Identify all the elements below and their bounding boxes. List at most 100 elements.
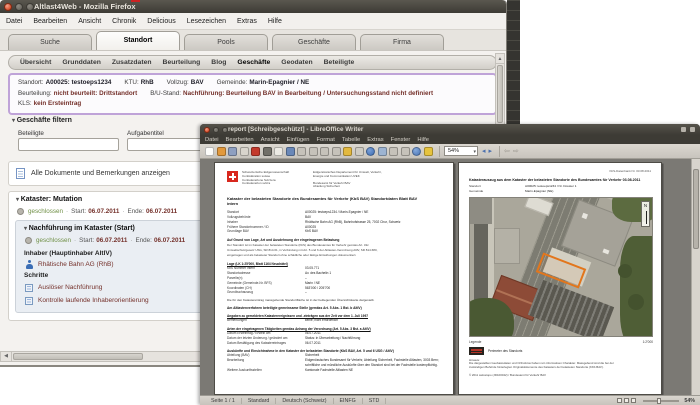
statusbar-cell[interactable]: Standard: [242, 397, 277, 404]
forward-icon[interactable]: ⇨: [513, 147, 519, 156]
export-pdf[interactable]: [251, 146, 260, 156]
multi-page-view-icon[interactable]: [624, 398, 630, 403]
zoom-slider[interactable]: [643, 397, 680, 404]
statusbar-cell[interactable]: Seite 1 / 1: [205, 397, 242, 404]
department-lines: Eidgenössisches Departement für Umwelt, …: [313, 170, 382, 178]
menubar-item[interactable]: Extras: [237, 18, 257, 25]
document-page-1: Schweizerische Eidgenossenschaft Confédér…: [214, 162, 454, 395]
menubar-item[interactable]: Datei: [6, 18, 22, 25]
zoom-slider-knob[interactable]: [657, 397, 662, 404]
writer-window: report [Schreibgeschützt] - LibreOffice …: [200, 124, 700, 405]
tab-standort[interactable]: Standort: [96, 31, 180, 50]
maximize-button[interactable]: [222, 126, 228, 133]
minimize-button[interactable]: [213, 126, 219, 133]
tab-suche[interactable]: Suche: [8, 34, 92, 50]
close-button[interactable]: [204, 126, 210, 133]
menubar-item[interactable]: Tabelle: [342, 137, 360, 143]
scrollbar-thumb[interactable]: [693, 169, 699, 249]
previous-page-icon[interactable]: ◂: [482, 147, 486, 156]
menubar-item[interactable]: Hilfe: [268, 18, 282, 25]
find-replace[interactable]: [400, 146, 410, 156]
tree: [628, 293, 644, 310]
menubar-item[interactable]: Hilfe: [417, 137, 429, 143]
menubar-item[interactable]: Fenster: [391, 137, 411, 143]
cut[interactable]: [297, 146, 306, 156]
statusbar-cell[interactable]: EINFG: [334, 397, 363, 404]
writer-toolbar: 54% ◂ ▸ ⇦ ⇨: [200, 144, 700, 159]
statusbar-cell[interactable]: STD: [363, 397, 387, 404]
firefox-titlebar[interactable]: Altlast4Web - Mozilla Firefox: [0, 0, 506, 13]
copy[interactable]: [308, 146, 318, 156]
menubar-item[interactable]: Einfügen: [287, 137, 310, 143]
beteiligte-input[interactable]: [18, 138, 119, 151]
scroll-left-icon[interactable]: ◀: [1, 352, 12, 361]
menubar-item[interactable]: Ansicht: [261, 137, 280, 143]
minimize-button[interactable]: [15, 2, 23, 11]
table[interactable]: [377, 146, 387, 156]
print[interactable]: [262, 146, 272, 156]
status-icon: [25, 237, 32, 244]
documents-link[interactable]: Alle Dokumente und Bemerkungen anzeigen: [31, 170, 170, 177]
undo[interactable]: [343, 146, 352, 156]
map-title: Katasterauszug aus dem Kataster der bela…: [469, 178, 641, 182]
single-page-view-icon[interactable]: [617, 398, 623, 403]
scrollbar-thumb[interactable]: [13, 353, 143, 360]
show-draw[interactable]: [389, 146, 398, 156]
writer-titlebar[interactable]: report [Schreibgeschützt] - LibreOffice …: [200, 124, 700, 135]
zoom-level[interactable]: 54%: [684, 398, 695, 404]
menubar-item[interactable]: Bearbeiten: [33, 18, 67, 25]
menubar-item[interactable]: Datei: [205, 137, 219, 143]
task-title[interactable]: Nachführung im Kataster (Start): [24, 225, 135, 232]
status-icon: [17, 208, 24, 215]
save[interactable]: [228, 146, 237, 156]
owner-name[interactable]: Rhätische Bahn AG (RhB): [38, 261, 114, 268]
back-icon[interactable]: ⇦: [504, 147, 510, 156]
scroll-up-icon[interactable]: ▲: [496, 54, 504, 64]
kataster-title[interactable]: Kataster: Mutation: [16, 196, 82, 203]
tab-geschaefte[interactable]: Geschäfte: [272, 34, 356, 50]
menubar-item[interactable]: Delicious: [147, 18, 175, 25]
zoom-combo[interactable]: 54%: [444, 146, 478, 157]
maximize-button[interactable]: [26, 2, 34, 11]
subtab-geodaten[interactable]: Geodaten: [281, 59, 312, 66]
subtab-blog[interactable]: Blog: [211, 59, 226, 66]
menubar-item[interactable]: Bearbeiten: [226, 137, 254, 143]
book-view-icon[interactable]: [631, 398, 637, 403]
menubar-item[interactable]: Format: [317, 137, 335, 143]
spellcheck[interactable]: [285, 146, 295, 156]
hyperlink[interactable]: [366, 146, 375, 156]
menubar-item[interactable]: Chronik: [112, 18, 136, 25]
gallery[interactable]: [423, 146, 433, 156]
document-email[interactable]: [239, 146, 249, 156]
vertical-scrollbar[interactable]: [691, 159, 700, 395]
subtab-beurteilung[interactable]: Beurteilung: [163, 59, 201, 66]
perimeter-legend-icon: [469, 346, 484, 355]
subtab-zusatzdaten[interactable]: Zusatzdaten: [112, 59, 152, 66]
legend-item-label: Perimeter des Standorts: [488, 348, 523, 353]
tab-pools[interactable]: Pools: [184, 34, 268, 50]
format-paintbrush[interactable]: [331, 146, 341, 156]
paste[interactable]: [320, 146, 329, 156]
owner-row[interactable]: Rhätische Bahn AG (RhB): [25, 260, 114, 269]
menubar-item[interactable]: Extras: [367, 137, 383, 143]
menubar-item[interactable]: Lesezeichen: [187, 18, 226, 25]
confederation-lines: Schweizerische Eidgenossenschaft Confédér…: [242, 170, 290, 186]
navigator[interactable]: [412, 146, 421, 156]
subtab-uebersicht[interactable]: Übersicht: [20, 59, 51, 66]
tab-firma[interactable]: Firma: [360, 34, 444, 50]
scrollbar-thumb[interactable]: [497, 65, 503, 123]
filter-section-title[interactable]: Geschäfte filtern: [12, 117, 72, 124]
clock-icon: [690, 127, 695, 132]
subtab-beteiligte[interactable]: Beteiligte: [324, 59, 355, 66]
open[interactable]: [216, 146, 226, 156]
menubar-item[interactable]: Ansicht: [78, 18, 101, 25]
subtab-grunddaten[interactable]: Grunddaten: [62, 59, 101, 66]
page-preview[interactable]: [274, 146, 283, 156]
redo[interactable]: [354, 146, 364, 156]
subtab-geschaefte[interactable]: Geschäfte: [237, 59, 270, 66]
next-page-icon[interactable]: ▸: [489, 147, 493, 156]
aerial-photo: N: [469, 196, 653, 337]
new-document[interactable]: [205, 146, 214, 156]
statusbar-cell[interactable]: Deutsch (Schweiz): [276, 397, 334, 404]
close-button[interactable]: [4, 2, 12, 11]
